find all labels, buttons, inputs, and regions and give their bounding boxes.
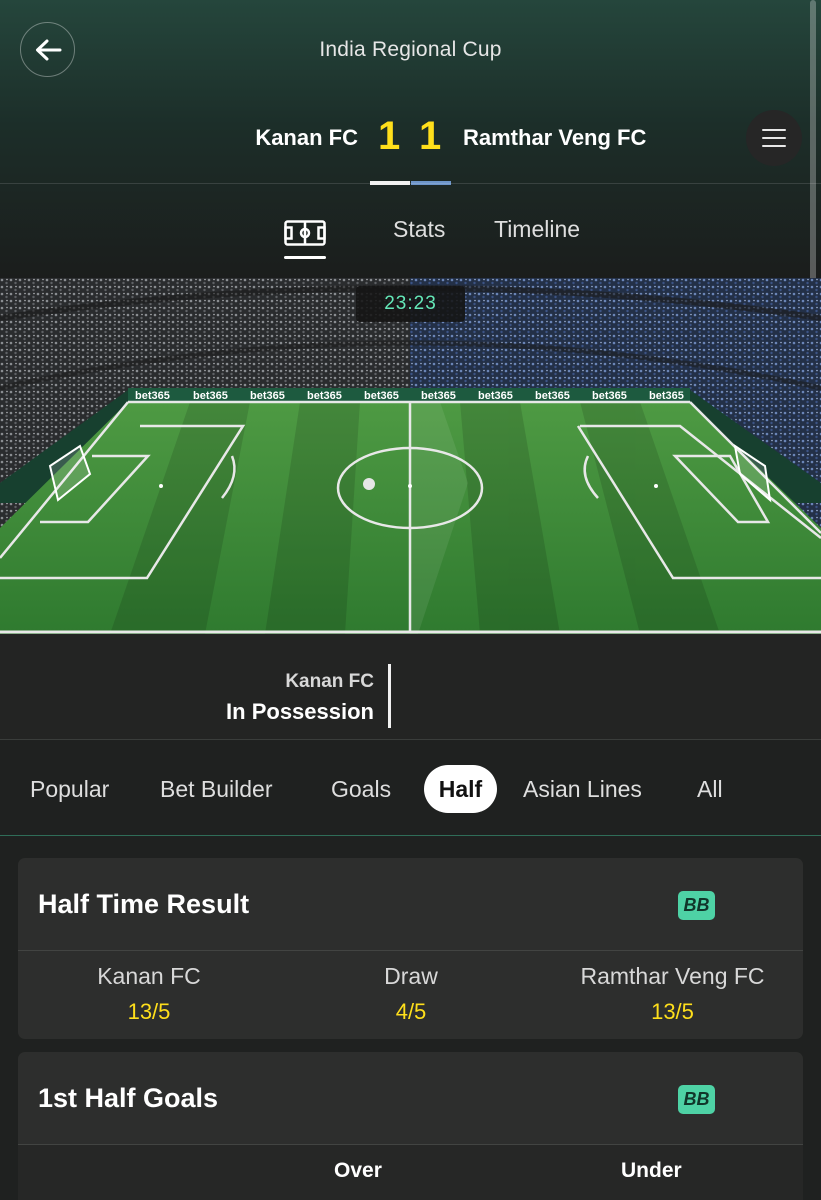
selection-name: Draw — [384, 963, 438, 989]
market-card-half-time-result: Half Time Result BB Kanan FC 13/5 Draw 4… — [18, 858, 803, 1039]
selection-odds: 4/5 — [395, 999, 427, 1024]
svg-text:bet365: bet365 — [364, 390, 399, 402]
selection-home[interactable]: Kanan FC 13/5 — [18, 951, 280, 1025]
svg-text:bet365: bet365 — [193, 390, 228, 402]
column-header-under: Under — [621, 1159, 682, 1182]
scroll-indicator[interactable] — [810, 0, 816, 290]
hamburger-icon — [762, 129, 786, 147]
svg-text:bet365: bet365 — [478, 390, 513, 402]
tab-pitch-view[interactable] — [284, 212, 326, 262]
tab-timeline[interactable]: Timeline — [494, 216, 580, 243]
market-tab-popular[interactable]: Popular — [30, 776, 109, 803]
stadium-graphic: bet365 bet365 bet365 bet365 bet365 bet36… — [0, 278, 821, 634]
active-tab-underline — [284, 256, 326, 259]
selection-away[interactable]: Ramthar Veng FC 13/5 — [542, 951, 803, 1025]
bet-builder-badge: BB — [678, 891, 715, 920]
market-tab-asian-lines[interactable]: Asian Lines — [523, 776, 642, 803]
market-tab-all[interactable]: All — [697, 776, 723, 803]
market-tab-half[interactable]: Half — [424, 765, 497, 813]
svg-text:bet365: bet365 — [135, 390, 170, 402]
possession-team: Kanan FC — [285, 671, 374, 692]
scoreline: Kanan FC 1 1 Ramthar Veng FC — [0, 112, 821, 164]
home-score: 1 — [378, 114, 401, 158]
market-title: 1st Half Goals — [38, 1083, 219, 1113]
possession-panel: Kanan FC In Possession — [0, 634, 821, 740]
svg-text:bet365: bet365 — [250, 390, 285, 402]
market-tabs: Popular Bet Builder Goals Half Asian Lin… — [0, 739, 821, 836]
svg-text:bet365: bet365 — [535, 390, 570, 402]
selection-draw[interactable]: Draw 4/5 — [280, 951, 542, 1025]
possession-marker — [388, 664, 391, 728]
column-header-over: Over — [334, 1159, 382, 1182]
selection-name: Ramthar Veng FC — [580, 963, 765, 989]
header-divider — [0, 183, 821, 184]
selection-odds: 13/5 — [127, 999, 171, 1024]
market-tab-goals[interactable]: Goals — [331, 776, 391, 803]
market-title: Half Time Result — [38, 889, 250, 919]
match-clock: 23:23 — [356, 286, 465, 322]
svg-text:bet365: bet365 — [307, 390, 342, 402]
pitch-icon — [284, 220, 326, 246]
ball-icon — [363, 478, 375, 490]
market-header[interactable]: 1st Half Goals BB — [18, 1052, 803, 1145]
selection-odds: 13/5 — [651, 999, 694, 1024]
market-card-1st-half-goals: 1st Half Goals BB Over Under — [18, 1052, 803, 1200]
possession-label: In Possession — [226, 699, 374, 724]
market-header[interactable]: Half Time Result BB — [18, 858, 803, 951]
competition-title: India Regional Cup — [319, 38, 502, 61]
svg-text:bet365: bet365 — [421, 390, 456, 402]
menu-button[interactable] — [746, 110, 802, 166]
svg-text:bet365: bet365 — [592, 390, 627, 402]
match-header: India Regional Cup Kanan FC 1 1 Ramthar … — [0, 0, 821, 278]
tab-stats[interactable]: Stats — [393, 216, 445, 243]
live-pitch-visualisation: bet365 bet365 bet365 bet365 bet365 bet36… — [0, 278, 821, 634]
selections-row: Kanan FC 13/5 Draw 4/5 Ramthar Veng FC 1… — [18, 951, 803, 1039]
home-team-name: Kanan FC — [255, 125, 358, 150]
column-headers: Over Under — [18, 1145, 803, 1200]
bet-builder-badge: BB — [678, 1085, 715, 1114]
selection-name: Kanan FC — [97, 963, 201, 989]
market-tab-bet-builder[interactable]: Bet Builder — [160, 776, 273, 803]
svg-text:bet365: bet365 — [649, 390, 684, 402]
away-team-name: Ramthar Veng FC — [463, 125, 647, 150]
away-score: 1 — [419, 114, 442, 158]
